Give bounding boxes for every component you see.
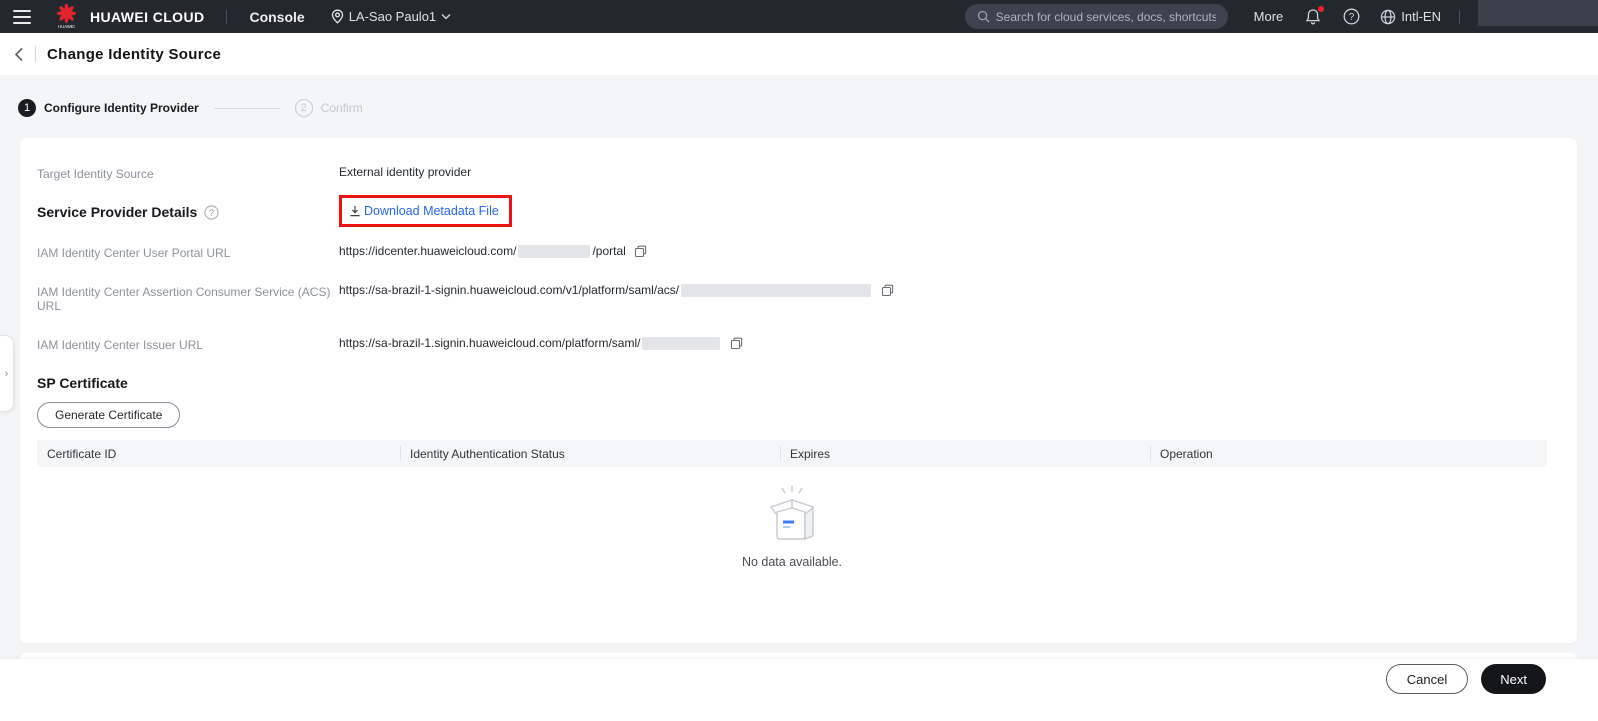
topbar-divider xyxy=(1459,10,1460,24)
target-identity-source-label: Target Identity Source xyxy=(37,165,339,181)
target-identity-source-value: External identity provider xyxy=(339,165,471,179)
empty-state: No data available. xyxy=(37,484,1547,569)
issuer-url-label: IAM Identity Center Issuer URL xyxy=(37,336,339,352)
page-title: Change Identity Source xyxy=(47,46,221,63)
configure-identity-provider-panel: Target Identity Source External identity… xyxy=(20,138,1577,643)
topbar-divider xyxy=(226,10,227,24)
user-portal-url-label: IAM Identity Center User Portal URL xyxy=(37,244,339,260)
svg-text:?: ? xyxy=(209,208,214,218)
step-connector xyxy=(214,108,280,109)
empty-box-icon xyxy=(756,484,828,548)
generate-certificate-button[interactable]: Generate Certificate xyxy=(37,402,180,428)
column-identity-auth-status: Identity Authentication Status xyxy=(400,440,780,467)
region-label: LA-Sao Paulo1 xyxy=(349,9,436,24)
notifications-button[interactable] xyxy=(1305,8,1321,25)
step-1-label: Configure Identity Provider xyxy=(44,101,199,115)
sp-certificate-heading: SP Certificate xyxy=(37,375,1547,391)
download-metadata-link[interactable]: Download Metadata File xyxy=(364,204,499,218)
account-area-redacted[interactable] xyxy=(1478,0,1598,26)
hamburger-menu-icon[interactable] xyxy=(13,10,31,24)
global-search[interactable] xyxy=(965,4,1228,29)
redacted-value xyxy=(518,245,590,258)
svg-text:?: ? xyxy=(1349,12,1355,23)
copy-icon[interactable] xyxy=(881,284,894,297)
column-expires: Expires xyxy=(780,440,1150,467)
chevron-down-icon xyxy=(441,13,451,20)
help-button[interactable]: ? xyxy=(1343,8,1360,25)
service-provider-details-row: Service Provider Details ? Download Meta… xyxy=(37,195,1547,227)
top-navigation-bar: HUAWEI HUAWEI CLOUD Console LA-Sao Paulo… xyxy=(0,0,1598,33)
service-provider-details-label: Service Provider Details xyxy=(37,204,197,220)
huawei-logo[interactable]: HUAWEI xyxy=(53,3,80,30)
acs-url-prefix: https://sa-brazil-1-signin.huaweicloud.c… xyxy=(339,283,679,297)
issuer-url-prefix: https://sa-brazil-1.signin.huaweicloud.c… xyxy=(339,336,640,350)
title-divider xyxy=(35,46,36,62)
help-tooltip-icon[interactable]: ? xyxy=(204,205,219,220)
redacted-value xyxy=(681,284,871,297)
console-link[interactable]: Console xyxy=(249,9,304,25)
next-button[interactable]: Next xyxy=(1481,664,1546,694)
column-operation: Operation xyxy=(1150,440,1547,467)
download-icon xyxy=(349,205,361,217)
copy-icon[interactable] xyxy=(634,245,647,258)
cancel-button[interactable]: Cancel xyxy=(1386,664,1468,694)
certificate-table-header: Certificate ID Identity Authentication S… xyxy=(37,440,1547,467)
step-2-label: Confirm xyxy=(321,101,363,115)
chevron-right-icon: › xyxy=(5,368,9,380)
step-2-indicator: 2 xyxy=(295,99,313,117)
annotation-highlight-box: Download Metadata File xyxy=(339,195,512,227)
step-1-indicator: 1 xyxy=(18,99,36,117)
acs-url-row: IAM Identity Center Assertion Consumer S… xyxy=(37,283,1547,313)
column-certificate-id: Certificate ID xyxy=(37,440,400,467)
acs-url-label: IAM Identity Center Assertion Consumer S… xyxy=(37,283,339,313)
wizard-action-bar: Cancel Next xyxy=(0,659,1598,721)
issuer-url-row: IAM Identity Center Issuer URL https://s… xyxy=(37,336,1547,352)
copy-icon[interactable] xyxy=(730,337,743,350)
search-icon xyxy=(977,10,990,23)
wizard-stepper: 1 Configure Identity Provider 2 Confirm xyxy=(18,99,1598,117)
empty-state-text: No data available. xyxy=(742,555,842,569)
notification-badge xyxy=(1318,6,1324,12)
side-panel-expander[interactable]: › xyxy=(0,335,14,412)
question-icon: ? xyxy=(1343,8,1360,25)
brand-name: HUAWEI CLOUD xyxy=(90,9,204,25)
more-menu[interactable]: More xyxy=(1254,9,1284,24)
region-selector[interactable]: LA-Sao Paulo1 xyxy=(331,9,451,24)
back-button[interactable] xyxy=(14,47,24,62)
target-identity-source-row: Target Identity Source External identity… xyxy=(37,165,1547,181)
chevron-left-icon xyxy=(14,47,24,62)
location-pin-icon xyxy=(331,9,344,24)
locale-switcher[interactable]: Intl-EN xyxy=(1380,9,1441,25)
user-portal-url-prefix: https://idcenter.huaweicloud.com/ xyxy=(339,244,516,258)
user-portal-url-suffix: /portal xyxy=(592,244,625,258)
redacted-value xyxy=(642,337,720,350)
search-input[interactable] xyxy=(996,10,1216,24)
user-portal-url-row: IAM Identity Center User Portal URL http… xyxy=(37,244,1547,260)
globe-icon xyxy=(1380,9,1396,25)
locale-label: Intl-EN xyxy=(1401,9,1441,24)
svg-text:HUAWEI: HUAWEI xyxy=(58,24,74,29)
page-title-bar: Change Identity Source xyxy=(0,33,1598,75)
